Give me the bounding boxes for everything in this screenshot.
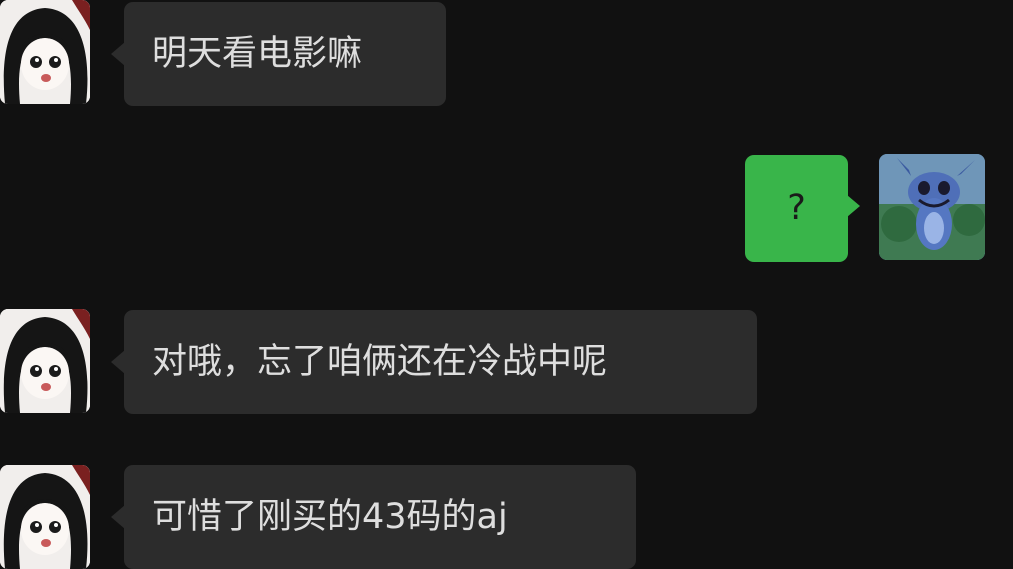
- chat-window: 明天看电影嘛 ? 对哦，忘了咱俩还在冷战中呢 可惜了刚买的43码的aj: [0, 0, 1013, 569]
- message-text: 明天看电影嘛: [152, 34, 363, 74]
- contact-avatar[interactable]: [0, 465, 90, 569]
- message-bubble[interactable]: 对哦，忘了咱俩还在冷战中呢: [111, 310, 757, 414]
- message-text: ?: [787, 188, 806, 228]
- self-avatar[interactable]: [879, 154, 985, 260]
- message-text: 可惜了刚买的43码的aj: [152, 497, 508, 537]
- message-bubble[interactable]: 可惜了刚买的43码的aj: [111, 465, 636, 569]
- contact-avatar[interactable]: [0, 0, 90, 104]
- message-bubble[interactable]: 明天看电影嘛: [111, 2, 446, 106]
- message-text: 对哦，忘了咱俩还在冷战中呢: [152, 342, 608, 382]
- contact-avatar[interactable]: [0, 309, 90, 413]
- message-bubble-self[interactable]: ?: [745, 155, 860, 262]
